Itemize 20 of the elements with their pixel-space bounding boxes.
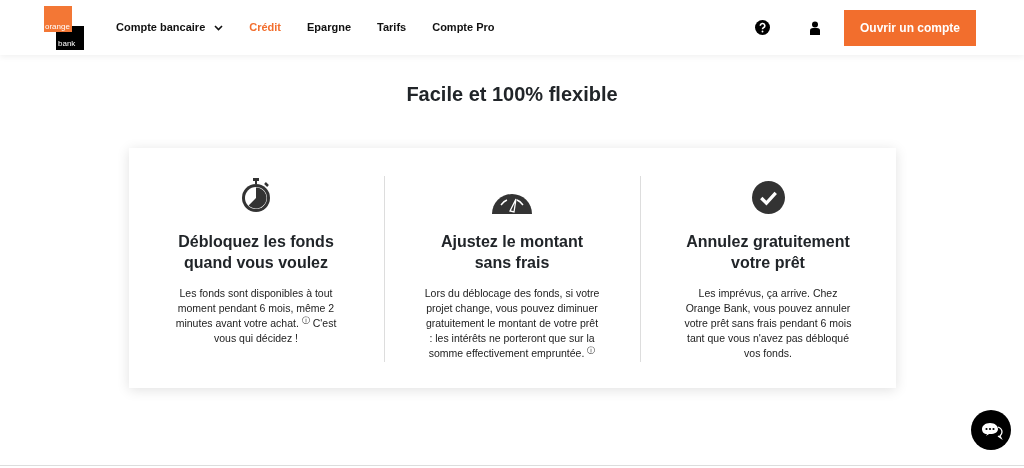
logo[interactable]: orange bank — [44, 5, 84, 50]
logo-text: orange — [44, 5, 72, 32]
nav-link[interactable]: Epargne — [307, 19, 352, 36]
feature-description: Les fonds sont disponibles à tout moment pendant 6 mois, même 2 minutes avant votre achat. $^{ⓘ}$ C'est vous qui décidez ! — [174, 285, 338, 347]
check-icon — [751, 181, 785, 214]
nav-link[interactable]: Compte bancaire — [116, 19, 224, 36]
chat-icon[interactable] — [971, 410, 1011, 450]
feature-title: Ajustez le montant sans frais — [439, 232, 585, 273]
feature-description: Les imprévus, ça arrive. Chez Orange Bank, vous pouvez annuler votre prêt sans frais pendant 6 mois tant que vous n'avez pas débloqué vos fonds. — [683, 285, 853, 362]
stopwatch-icon — [240, 178, 272, 214]
speedometer-icon — [492, 192, 532, 214]
feature-description: Lors du déblocage des fonds, si votre projet change, vous pouvez diminuer gratuitement le montant de votre prêt : les intérêts ne porteront que sur la somme effectivement empruntée. $^{ⓘ}$ — [424, 285, 600, 362]
chevron-icon — [214, 24, 224, 31]
nav-link[interactable]: Tarifs — [377, 19, 407, 36]
help-icon[interactable] — [755, 20, 770, 35]
feature-title: Annulez gratuitement votre prêt — [685, 232, 851, 273]
user-icon[interactable] — [810, 20, 820, 35]
feature-title: Débloquez les fonds quand vous voulez — [177, 232, 335, 273]
nav-link[interactable]: Compte Pro — [432, 19, 495, 36]
section-heading: Facile et 100% flexible — [405, 82, 619, 106]
